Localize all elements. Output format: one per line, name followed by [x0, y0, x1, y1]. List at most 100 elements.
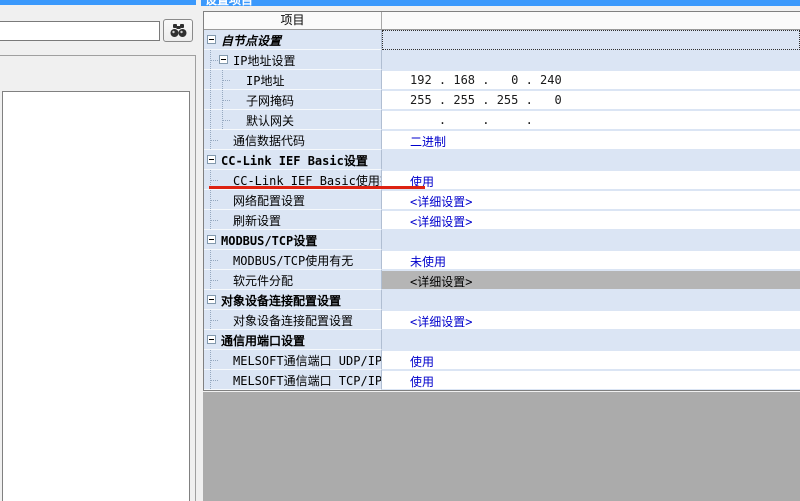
table-row: 通信数据代码 二进制 [204, 130, 800, 150]
table-header-row: 项目 [204, 12, 800, 30]
row-label-text: 通信数据代码 [233, 132, 305, 149]
row-value-text: 192 . 168 . 0 . 240 [410, 73, 562, 87]
tree-line [210, 60, 218, 61]
row-label-cell[interactable]: 通信用端口设置 [204, 330, 382, 350]
row-value-cell[interactable] [382, 230, 800, 250]
row-value-cell[interactable]: 未使用 [382, 250, 800, 270]
row-label-cell[interactable]: 自节点设置 [204, 30, 382, 50]
row-label-text: 默认网关 [246, 112, 294, 129]
row-value-text: <详细设置> [410, 273, 472, 290]
row-value-text: 使用 [410, 353, 434, 370]
row-value-text: 二进制 [410, 133, 446, 150]
row-value-cell[interactable] [382, 30, 800, 50]
red-underline-annotation [209, 186, 425, 189]
app-window: 设置项目 项目 自节点设置 IP地址设置 [0, 0, 800, 501]
row-label-cell[interactable]: MELSOFT通信端口 TCP/IP [204, 370, 382, 390]
table-row: IP地址设置 [204, 50, 800, 70]
row-label-text: 软元件分配 [233, 272, 293, 289]
binoculars-icon [170, 24, 187, 38]
tree-line [210, 280, 218, 281]
row-value-cell[interactable]: 192 . 168 . 0 . 240 [382, 70, 800, 90]
row-value-field: 255 . 255 . 255 . 0 [382, 91, 800, 109]
row-value-field: <详细设置> [382, 211, 800, 229]
row-label-text: CC-Link IEF Basic设置 [221, 152, 368, 169]
row-value-text: <详细设置> [410, 213, 472, 230]
tree-line [222, 100, 230, 101]
panel-void-area [203, 392, 800, 501]
tree-line [210, 90, 211, 109]
row-label-cell[interactable]: MODBUS/TCP使用有无 [204, 250, 382, 270]
tree-collapse-icon[interactable] [207, 235, 216, 244]
row-label-cell[interactable]: 子网掩码 [204, 90, 382, 110]
row-value-cell[interactable]: . . . [382, 110, 800, 130]
row-label-cell[interactable]: 刷新设置 [204, 210, 382, 230]
row-value-text: 未使用 [410, 253, 446, 270]
row-value-text: . . . [410, 113, 562, 127]
row-value-cell[interactable] [382, 330, 800, 350]
row-value-cell[interactable]: <详细设置> [382, 190, 800, 210]
tree-collapse-icon[interactable] [207, 335, 216, 344]
row-value-field: <详细设置> [382, 191, 800, 209]
tree-line [210, 380, 218, 381]
row-label-cell[interactable]: 默认网关 [204, 110, 382, 130]
item-column-header[interactable]: 项目 [204, 12, 382, 29]
tree-line [210, 180, 218, 181]
row-value-cell[interactable]: <详细设置> [382, 210, 800, 230]
table-row: MODBUS/TCP设置 [204, 230, 800, 250]
row-value-cell[interactable]: 使用 [382, 350, 800, 370]
table-row: IP地址 192 . 168 . 0 . 240 [204, 70, 800, 90]
row-label-cell[interactable]: MODBUS/TCP设置 [204, 230, 382, 250]
row-label-cell[interactable]: CC-Link IEF Basic设置 [204, 150, 382, 170]
row-value-field: 二进制 [382, 131, 800, 149]
row-value-text: 使用 [410, 373, 434, 390]
tree-collapse-icon[interactable] [207, 295, 216, 304]
row-value-cell[interactable]: <详细设置> [382, 310, 800, 330]
search-button[interactable] [163, 19, 193, 42]
tree-line [210, 70, 211, 89]
row-value-cell[interactable]: 使用 [382, 170, 800, 190]
table-row: 子网掩码 255 . 255 . 255 . 0 [204, 90, 800, 110]
left-groupbox [0, 55, 196, 501]
row-value-cell[interactable]: 255 . 255 . 255 . 0 [382, 90, 800, 110]
table-row: MELSOFT通信端口 TCP/IP 使用 [204, 370, 800, 390]
tree-line [210, 260, 218, 261]
row-value-field: 未使用 [382, 251, 800, 269]
table-row: 网络配置设置 <详细设置> [204, 190, 800, 210]
row-label-cell[interactable]: 对象设备连接配置设置 [204, 290, 382, 310]
row-value-cell[interactable] [382, 150, 800, 170]
row-label-cell[interactable]: 对象设备连接配置设置 [204, 310, 382, 330]
row-value-cell[interactable] [382, 50, 800, 70]
row-label-cell[interactable]: IP地址设置 [204, 50, 382, 70]
row-value-cell[interactable]: <详细设置> [382, 270, 800, 290]
tree-line [210, 200, 218, 201]
row-label-text: MODBUS/TCP设置 [221, 232, 317, 249]
row-label-text: 自节点设置 [221, 32, 281, 49]
row-label-cell[interactable]: 软元件分配 [204, 270, 382, 290]
row-value-cell[interactable]: 使用 [382, 370, 800, 390]
tree-collapse-icon[interactable] [219, 55, 228, 64]
row-value-cell[interactable]: 二进制 [382, 130, 800, 150]
tree-line [210, 110, 211, 129]
row-label-cell[interactable]: 网络配置设置 [204, 190, 382, 210]
tree-collapse-icon[interactable] [207, 155, 216, 164]
row-label-text: 对象设备连接配置设置 [221, 292, 341, 309]
row-label-cell[interactable]: 通信数据代码 [204, 130, 382, 150]
row-label-text: 通信用端口设置 [221, 332, 305, 349]
result-list[interactable] [2, 91, 190, 501]
table-body: 自节点设置 IP地址设置 IP地址 [204, 30, 800, 390]
search-input[interactable] [0, 21, 160, 41]
tree-collapse-icon[interactable] [207, 35, 216, 44]
left-panel [0, 0, 197, 501]
row-label-text: 刷新设置 [233, 212, 281, 229]
row-label-cell[interactable]: MELSOFT通信端口 UDP/IP [204, 350, 382, 370]
value-column-header[interactable] [382, 12, 800, 29]
tree-line [222, 80, 230, 81]
row-label-text: IP地址 [246, 72, 284, 89]
row-label-text: MELSOFT通信端口 TCP/IP [233, 372, 382, 389]
row-value-text: 255 . 255 . 255 . 0 [410, 93, 562, 107]
row-value-cell[interactable] [382, 290, 800, 310]
row-label-cell[interactable]: IP地址 [204, 70, 382, 90]
row-label-text: MODBUS/TCP使用有无 [233, 252, 353, 269]
row-value-field: <详细设置> [382, 311, 800, 329]
settings-panel-title: 设置项目 [205, 0, 253, 6]
